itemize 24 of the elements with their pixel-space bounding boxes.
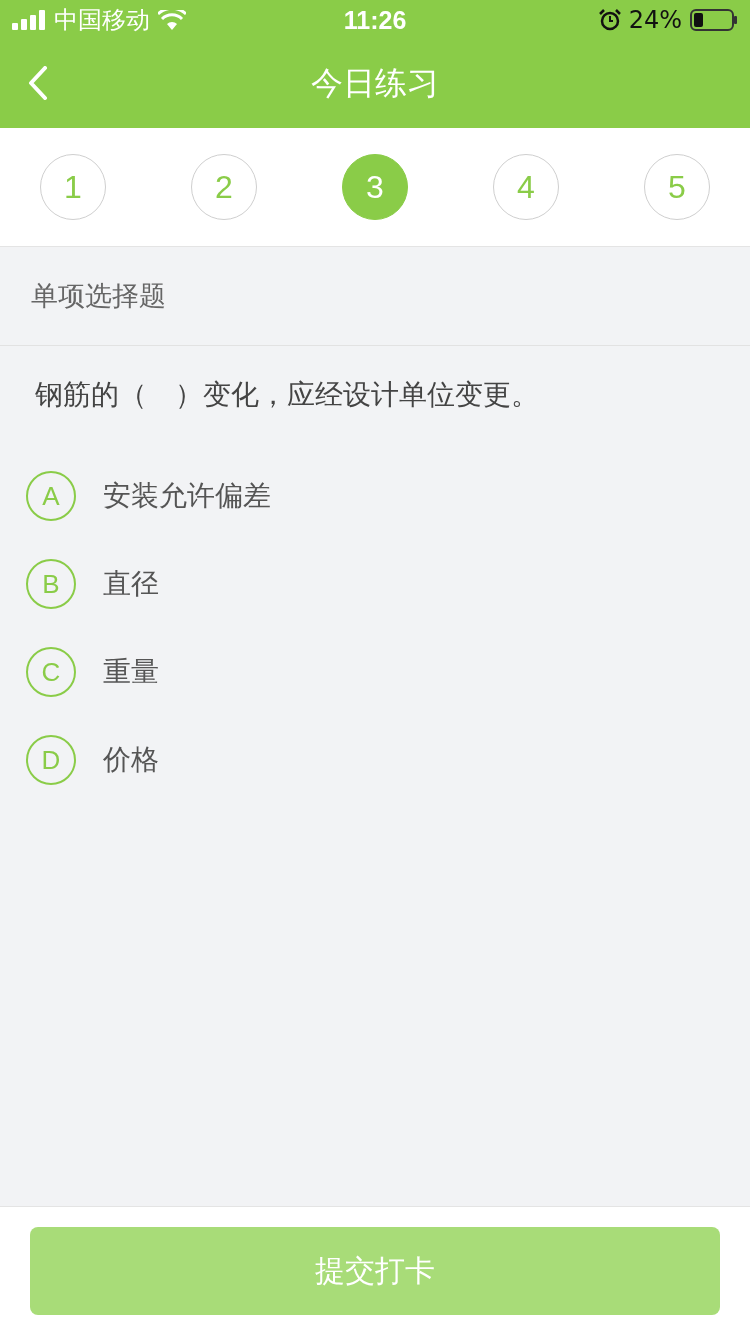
option-text[interactable]: 重量 xyxy=(103,653,159,691)
option-text[interactable]: 直径 xyxy=(103,565,159,603)
wifi-icon xyxy=(158,10,186,30)
option-letter[interactable]: A xyxy=(26,471,76,521)
question-number-tab[interactable]: 3 xyxy=(342,154,408,220)
question-number-tab[interactable]: 2 xyxy=(191,154,257,220)
question-text: 钢筋的（ ）变化，应经设计单位变更。 xyxy=(34,377,540,413)
question-number-tab[interactable]: 5 xyxy=(644,154,710,220)
battery-icon xyxy=(690,9,738,31)
question-number-tab[interactable]: 1 xyxy=(40,154,106,220)
question-number-tab[interactable]: 4 xyxy=(493,154,559,220)
clock-time: 11:26 xyxy=(343,5,407,34)
section-title: 单项选择题 xyxy=(31,279,166,313)
carrier-name: 中国移动 xyxy=(54,5,150,36)
page-title: 今日练习 xyxy=(311,63,439,104)
signal-icon xyxy=(12,10,46,30)
option-letter[interactable]: D xyxy=(26,735,76,785)
option-text[interactable]: 价格 xyxy=(103,741,159,779)
alarm-icon xyxy=(598,9,621,31)
battery-percent: 24% xyxy=(628,6,682,34)
back-icon[interactable] xyxy=(28,66,48,100)
option-letter[interactable]: C xyxy=(26,647,76,697)
option-text[interactable]: 安装允许偏差 xyxy=(103,477,271,515)
option-letter[interactable]: B xyxy=(26,559,76,609)
